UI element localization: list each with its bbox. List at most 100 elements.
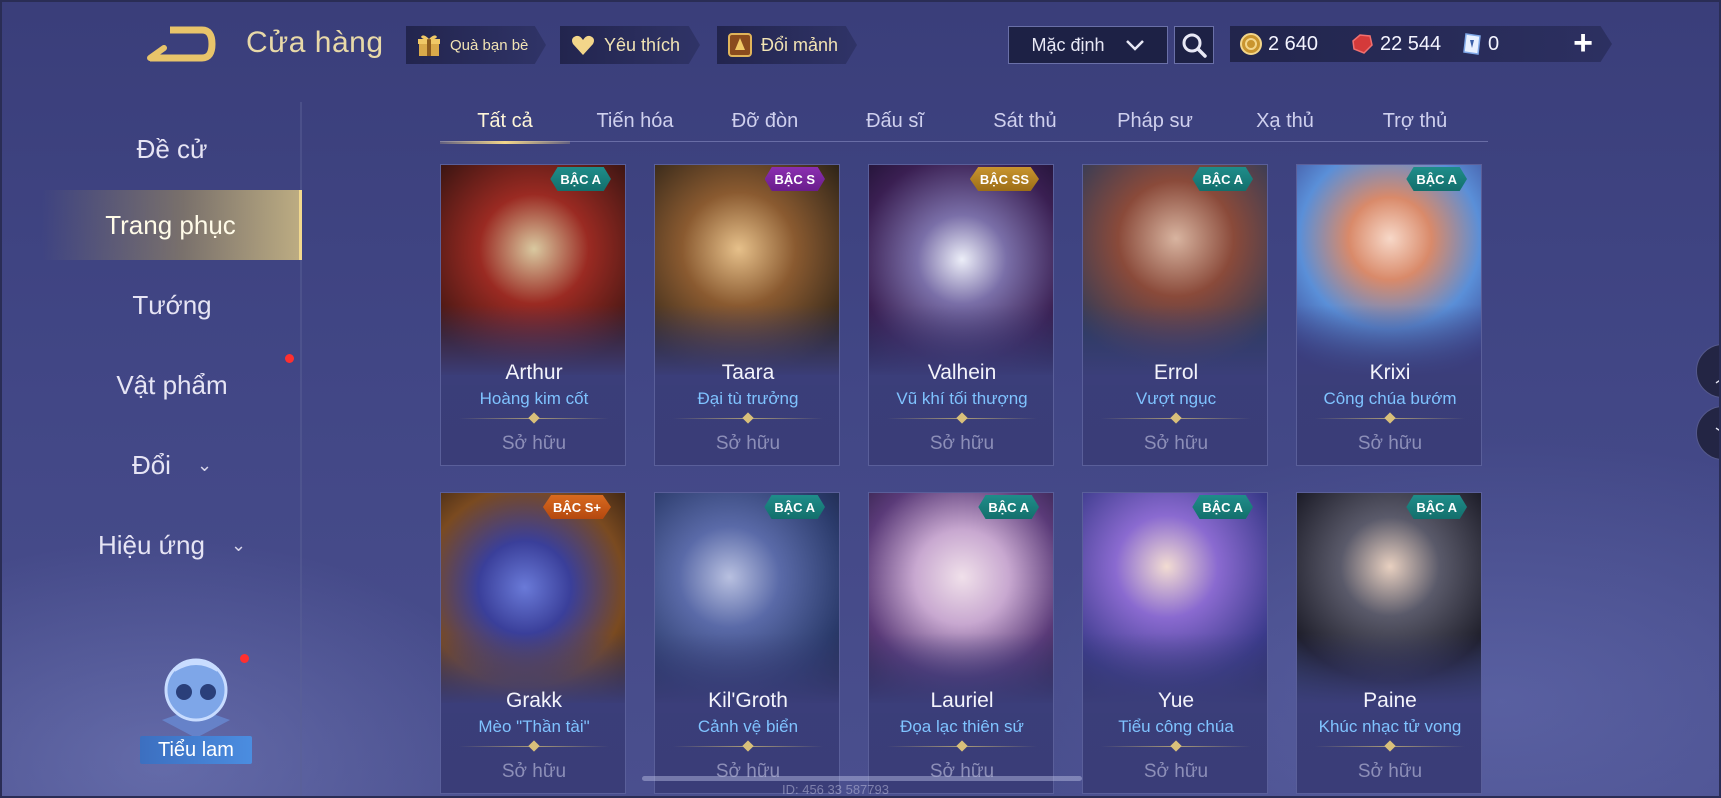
ruby-balance: 22 544 <box>1350 26 1441 62</box>
skin-name: Đọa lạc thiên sứ <box>900 717 1024 736</box>
skin-grid: BẬC A Arthur Hoàng kim cốt Sở hữu BẬC S … <box>440 164 1490 796</box>
skin-card[interactable]: BẬC S Taara Đại tù trưởng Sở hữu <box>654 164 840 466</box>
skin-name: Vũ khí tối thượng <box>896 389 1028 408</box>
divider-ornament <box>1170 740 1182 752</box>
sidebar-item-items[interactable]: Vật phẩm <box>42 350 302 420</box>
user-id-watermark: ID: 456 33 587793 <box>782 782 889 797</box>
sidebar-item-label: Đề cử <box>136 133 208 164</box>
skin-card[interactable]: BẬC A Errol Vượt ngục Sở hữu <box>1082 164 1268 466</box>
hero-name: Paine <box>1363 689 1417 712</box>
sidebar-item-label: Hiệu ứng <box>97 529 205 560</box>
tab-assassin[interactable]: Sát thủ <box>960 100 1090 142</box>
sidebar-item-label: Vật phẩm <box>116 369 228 400</box>
sidebar-item-label: Đổi <box>131 449 171 480</box>
hero-name: Errol <box>1153 361 1199 384</box>
owned-status: Sở hữu <box>1143 433 1209 454</box>
skin-card[interactable]: BẬC A Paine Khúc nhạc tử vong Sở hữu <box>1296 492 1482 794</box>
sidebar-item-skins[interactable]: Trang phục <box>42 190 302 260</box>
skin-name: Hoàng kim cốt <box>479 389 589 408</box>
divider-ornament <box>742 740 754 752</box>
hero-name: Kil'Groth <box>708 689 788 712</box>
skin-name: Công chúa bướm <box>1323 389 1457 408</box>
chevron-down-icon: ⌄ <box>230 534 247 555</box>
hero-name: Lauriel <box>930 689 994 712</box>
skin-card[interactable]: BẬC A Arthur Hoàng kim cốt Sở hữu <box>440 164 626 466</box>
tier-badge: BẬC A <box>1406 495 1467 519</box>
skin-name: Khúc nhạc tử vong <box>1318 717 1462 736</box>
sidebar-item-heroes[interactable]: Tướng <box>42 270 302 340</box>
horizontal-scrollbar[interactable] <box>642 776 1082 781</box>
mascot-label: Tiểu lam <box>140 736 252 764</box>
skin-card[interactable]: BẬC A Yue Tiểu công chúa Sở hữu <box>1082 492 1268 794</box>
divider-ornament <box>528 412 540 424</box>
hero-name: Taara <box>721 361 775 384</box>
owned-status: Sở hữu <box>1143 761 1209 782</box>
gift-icon <box>418 35 440 56</box>
tab-marksman[interactable]: Xạ thủ <box>1220 100 1350 142</box>
owned-status: Sở hữu <box>1357 433 1423 454</box>
chevron-up-icon: ︿ <box>1715 359 1719 388</box>
add-currency-button[interactable]: + <box>1566 26 1600 62</box>
chevron-down-icon <box>1125 40 1144 51</box>
tab-all[interactable]: Tất cả <box>440 100 570 144</box>
divider-ornament <box>1384 740 1396 752</box>
skin-card[interactable]: BẬC A Lauriel Đọa lạc thiên sứ Sở hữu <box>868 492 1054 794</box>
skin-name: Đại tù trưởng <box>697 389 799 408</box>
hero-name: Krixi <box>1369 361 1411 384</box>
skin-name: Tiểu công chúa <box>1118 717 1234 736</box>
owned-status: Sở hữu <box>929 433 995 454</box>
gold-amount: 2 640 <box>1268 32 1319 55</box>
skin-card[interactable]: BẬC SS Valhein Vũ khí tối thượng Sở hữu <box>868 164 1054 466</box>
back-button[interactable] <box>144 24 216 64</box>
chevron-down-icon: ﹀ <box>1715 421 1719 450</box>
skin-card[interactable]: BẬC A Kil'Groth Cảnh vệ biển Sở hữu <box>654 492 840 794</box>
hero-name: Grakk <box>505 689 562 712</box>
divider-ornament <box>742 412 754 424</box>
tab-tank[interactable]: Đỡ đòn <box>700 100 830 142</box>
owned-status: Sở hữu <box>715 433 781 454</box>
gold-balance: 2 640 <box>1240 26 1318 62</box>
scroll-up-button[interactable]: ︿ <box>1696 344 1719 398</box>
tier-badge: BẬC A <box>550 167 611 191</box>
owned-status: Sở hữu <box>501 433 567 454</box>
page-title: Cửa hàng <box>246 26 384 59</box>
hero-name: Arthur <box>505 361 563 384</box>
skin-card[interactable]: BẬC S+ Grakk Mèo "Thần tài" Sở hữu <box>440 492 626 794</box>
chevron-down-icon: ⌄ <box>196 454 213 475</box>
skin-card[interactable]: BẬC A Krixi Công chúa bướm Sở hữu <box>1296 164 1482 466</box>
ruby-icon <box>1352 34 1373 54</box>
exchange-shards-button[interactable]: Đổi mảnh <box>717 26 857 64</box>
divider-ornament <box>956 412 968 424</box>
tab-fighter[interactable]: Đấu sĩ <box>830 100 960 142</box>
ticket-icon <box>1463 33 1481 55</box>
sort-dropdown[interactable]: Mặc định <box>1008 26 1168 64</box>
scroll-down-button[interactable]: ﹀ <box>1696 406 1719 460</box>
divider-ornament <box>528 740 540 752</box>
friends-gift-button[interactable]: Quà bạn bè <box>406 26 546 64</box>
sidebar-item-effects[interactable]: Hiệu ứng ⌄ <box>42 510 302 580</box>
favorites-label: Yêu thích <box>604 34 681 55</box>
sidebar-item-recommended[interactable]: Đề cử <box>42 114 302 184</box>
ticket-amount: 0 <box>1488 32 1500 55</box>
tier-badge: BẬC A <box>1192 495 1253 519</box>
hero-name: Yue <box>1157 689 1195 712</box>
skin-name: Mèo "Thần tài" <box>478 717 590 736</box>
ruby-amount: 22 544 <box>1380 32 1442 55</box>
heart-icon <box>572 35 594 55</box>
divider-ornament <box>1384 412 1396 424</box>
sidebar-item-exchange[interactable]: Đổi ⌄ <box>42 430 302 500</box>
back-arrow-icon <box>147 26 216 62</box>
favorites-button[interactable]: Yêu thích <box>560 26 700 64</box>
search-button[interactable] <box>1174 26 1214 64</box>
divider-ornament <box>1170 412 1182 424</box>
skin-name: Cảnh vệ biển <box>697 717 799 736</box>
shard-icon <box>728 33 752 57</box>
search-icon <box>1182 33 1207 58</box>
sidebar-item-label: Tướng <box>132 289 212 320</box>
tab-support[interactable]: Trợ thủ <box>1350 100 1480 142</box>
hero-name: Valhein <box>927 361 997 384</box>
tab-evolution[interactable]: Tiến hóa <box>570 100 700 142</box>
tab-mage[interactable]: Pháp sư <box>1090 100 1220 142</box>
tier-badge: BẬC A <box>764 495 825 519</box>
category-tabs: Tất cả Tiến hóa Đỡ đòn Đấu sĩ Sát thủ Ph… <box>440 100 1488 144</box>
